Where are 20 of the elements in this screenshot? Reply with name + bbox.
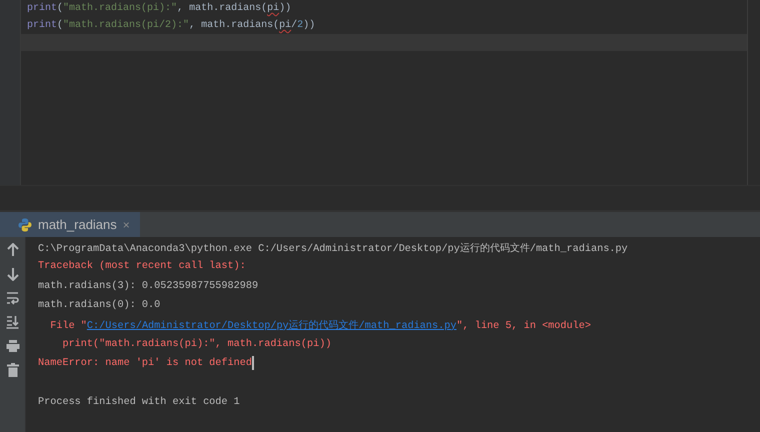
close-icon[interactable]: ×: [122, 218, 130, 232]
up-arrow-icon[interactable]: [6, 243, 18, 257]
console-line: NameError: name 'pi' is not defined: [38, 358, 252, 369]
console-line: print("math.radians(pi):", math.radians(pi)): [61, 338, 332, 350]
python-logo-icon: [18, 218, 32, 232]
run-tab[interactable]: math_radians ×: [0, 212, 140, 237]
code-line: print("math.radians(pi/2):", math.radians(pi/2)): [27, 20, 316, 31]
print-icon[interactable]: [6, 339, 20, 353]
console-line: File "C:/Users/Administrator/Desktop/py运行的代码文件/math_radians.py", line 5, in <module>: [49, 318, 591, 332]
scroll-to-end-icon[interactable]: [6, 315, 19, 329]
console-line: math.radians(3): 0.05235987755982989: [38, 280, 258, 292]
console-line: Process finished with exit code 1: [38, 396, 240, 408]
soft-wrap-icon[interactable]: [6, 291, 19, 305]
console-line: C:\ProgramData\Anaconda3\python.exe C:/Users/Administrator/Desktop/py运行的代码文件/math_radians.py: [38, 242, 628, 255]
code-line: print("math.radians(pi):", math.radians(pi)): [27, 3, 292, 14]
down-arrow-icon[interactable]: [6, 267, 18, 281]
console-line: Traceback (most recent call last):: [38, 261, 246, 272]
text-cursor: [252, 356, 254, 370]
trash-icon[interactable]: [6, 363, 18, 377]
console-line: math.radians(0): 0.0: [38, 300, 160, 312]
